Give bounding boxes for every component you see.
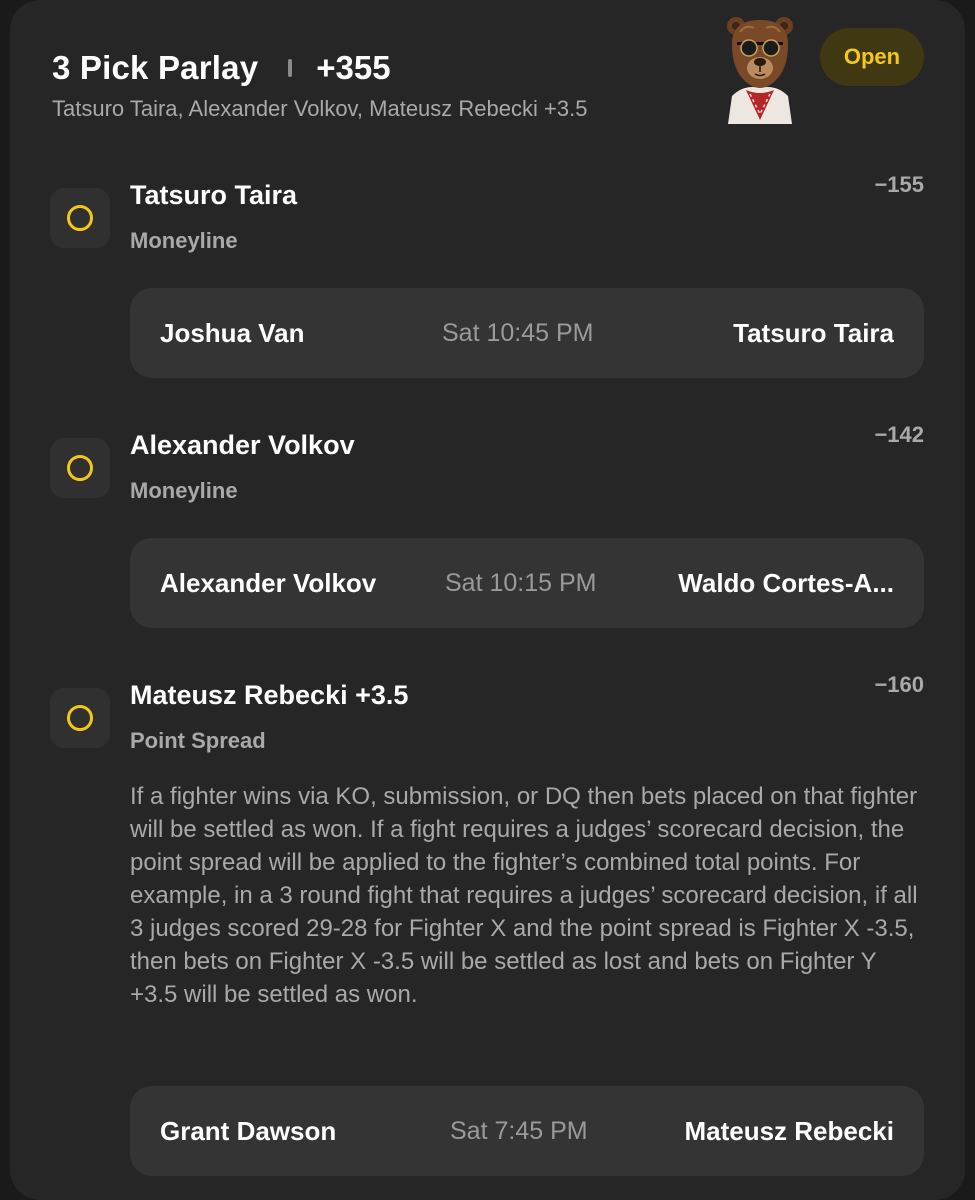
leg-odds: −142 [874, 422, 924, 447]
matchup-fighter-right: Mateusz Rebecki [684, 1116, 894, 1146]
open-circle-icon [50, 188, 110, 248]
spread-rules-description: If a fighter wins via KO, submission, or… [130, 783, 918, 1008]
bear-sunglasses-icon [722, 10, 798, 124]
parlay-odds: +355 [316, 49, 391, 86]
open-circle-icon [50, 438, 110, 498]
leg-pick: Tatsuro Taira [130, 180, 298, 210]
matchup-fighter-left: Joshua Van [160, 318, 305, 348]
leg-market: Moneyline [130, 478, 238, 503]
matchup-fighter-right: Waldo Cortes-A... [678, 568, 894, 598]
status-badge: Open [820, 28, 924, 86]
leg-market: Moneyline [130, 228, 238, 253]
leg-pick: Alexander Volkov [130, 430, 355, 460]
leg-odds: −155 [874, 172, 924, 197]
leg-pick: Mateusz Rebecki +3.5 [130, 680, 409, 710]
matchup-fighter-right: Tatsuro Taira [733, 318, 894, 348]
title-separator [288, 59, 293, 77]
matchup-time: Sat 10:45 PM [442, 319, 594, 347]
leg-market: Point Spread [130, 728, 266, 753]
leg-odds: −160 [874, 672, 924, 697]
matchup-fighter-left: Grant Dawson [160, 1116, 337, 1146]
parlay-subtitle: Tatsuro Taira, Alexander Volkov, Mateusz… [52, 96, 588, 121]
open-circle-icon [50, 688, 110, 748]
parlay-title: 3 Pick Parlay [52, 49, 259, 86]
matchup-row[interactable]: Alexander Volkov Sat 10:15 PM Waldo Cort… [130, 538, 924, 628]
matchup-fighter-left: Alexander Volkov [160, 568, 377, 598]
matchup-time: Sat 10:15 PM [445, 569, 597, 597]
matchup-time: Sat 7:45 PM [450, 1117, 588, 1145]
matchup-row[interactable]: Joshua Van Sat 10:45 PM Tatsuro Taira [130, 288, 924, 378]
parlay-card[interactable]: 3 Pick Parlay +355 Tatsuro Taira, Alexan… [10, 0, 965, 1200]
matchup-row[interactable]: Grant Dawson Sat 7:45 PM Mateusz Rebecki [130, 1086, 924, 1176]
